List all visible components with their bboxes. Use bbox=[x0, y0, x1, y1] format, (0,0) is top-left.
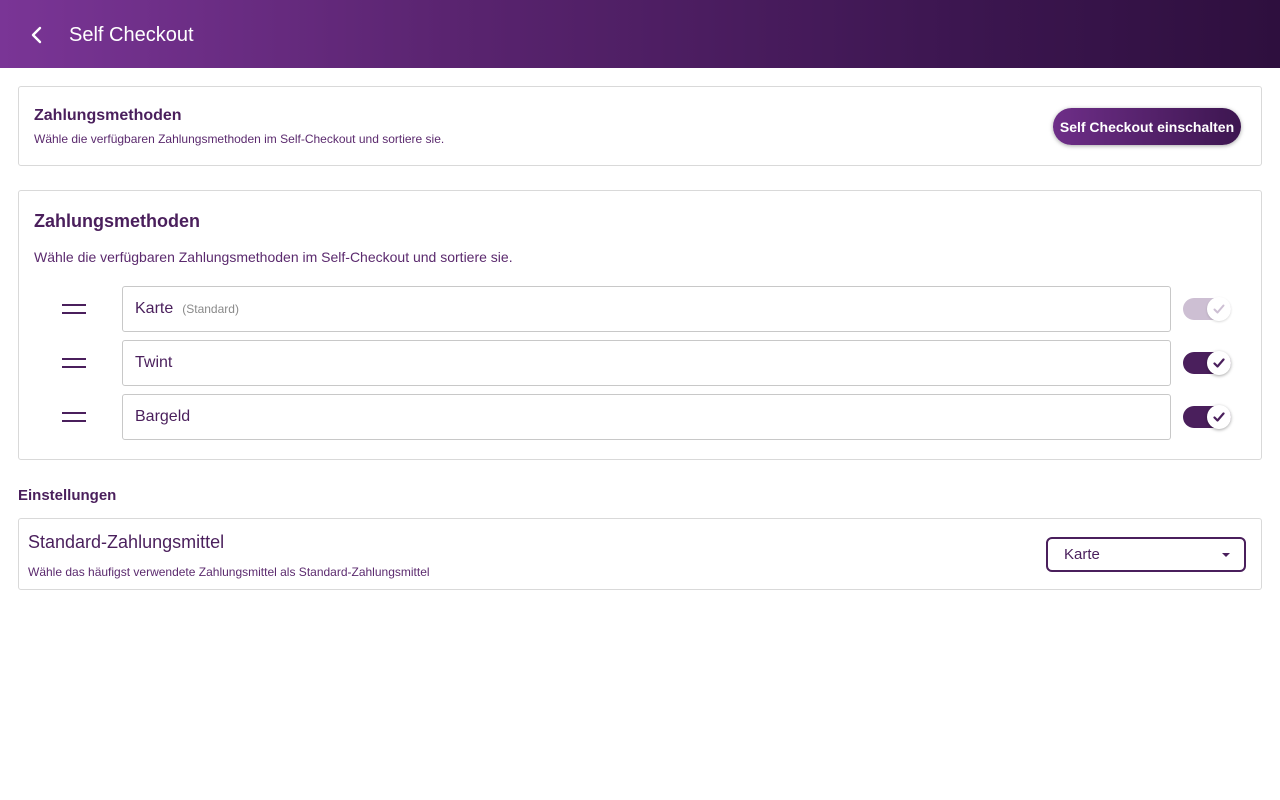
payment-method-toggle-twint[interactable] bbox=[1183, 351, 1231, 375]
methods-card-title: Zahlungsmethoden bbox=[34, 211, 200, 231]
default-payment-subtitle: Wähle das häufigst verwendete Zahlungsmi… bbox=[28, 565, 430, 579]
default-tag: (Standard) bbox=[182, 302, 239, 316]
payment-method-row-karte: Karte (Standard) bbox=[19, 286, 1261, 332]
payment-method-name: Karte bbox=[135, 300, 174, 317]
check-icon bbox=[1213, 412, 1225, 422]
toggle-knob bbox=[1207, 351, 1231, 375]
chevron-left-icon bbox=[31, 26, 42, 44]
page-title: Self Checkout bbox=[69, 24, 194, 46]
drag-handle-icon[interactable] bbox=[62, 357, 86, 369]
methods-card-subtitle: Wähle die verfügbaren Zahlungsmethoden i… bbox=[34, 249, 513, 265]
payment-method-field: Bargeld bbox=[122, 394, 1171, 440]
payment-method-name: Bargeld bbox=[135, 408, 191, 425]
toggle-knob bbox=[1207, 297, 1231, 321]
header-card-title: Zahlungsmethoden bbox=[34, 107, 182, 124]
toggle-knob bbox=[1207, 405, 1231, 429]
caret-down-icon bbox=[1222, 553, 1230, 557]
back-button[interactable] bbox=[22, 20, 52, 50]
payment-methods-card: Zahlungsmethoden Wähle die verfügbaren Z… bbox=[18, 190, 1262, 460]
default-payment-title: Standard-Zahlungsmittel bbox=[28, 532, 225, 552]
drag-handle-icon[interactable] bbox=[62, 411, 86, 423]
select-value: Karte bbox=[1064, 546, 1100, 563]
payment-method-row-twint: Twint bbox=[19, 340, 1261, 386]
header-card-subtitle: Wähle die verfügbaren Zahlungsmethoden i… bbox=[34, 132, 445, 146]
settings-section-title: Einstellungen bbox=[18, 487, 117, 504]
default-payment-select[interactable]: Karte bbox=[1046, 537, 1246, 572]
payment-method-toggle-bargeld[interactable] bbox=[1183, 405, 1231, 429]
check-icon bbox=[1213, 304, 1225, 314]
payment-method-row-bargeld: Bargeld bbox=[19, 394, 1261, 440]
payment-method-field: Karte (Standard) bbox=[122, 286, 1171, 332]
payment-method-field: Twint bbox=[122, 340, 1171, 386]
payment-method-toggle-karte[interactable] bbox=[1183, 297, 1231, 321]
payment-method-name: Twint bbox=[135, 354, 173, 371]
default-payment-card: Standard-Zahlungsmittel Wähle das häufig… bbox=[18, 518, 1262, 590]
enable-self-checkout-button[interactable]: Self Checkout einschalten bbox=[1053, 108, 1241, 145]
app-bar: Self Checkout bbox=[0, 0, 1280, 68]
check-icon bbox=[1213, 358, 1225, 368]
drag-handle-icon[interactable] bbox=[62, 303, 86, 315]
payment-methods-header-card: Zahlungsmethoden Wähle die verfügbaren Z… bbox=[18, 86, 1262, 166]
